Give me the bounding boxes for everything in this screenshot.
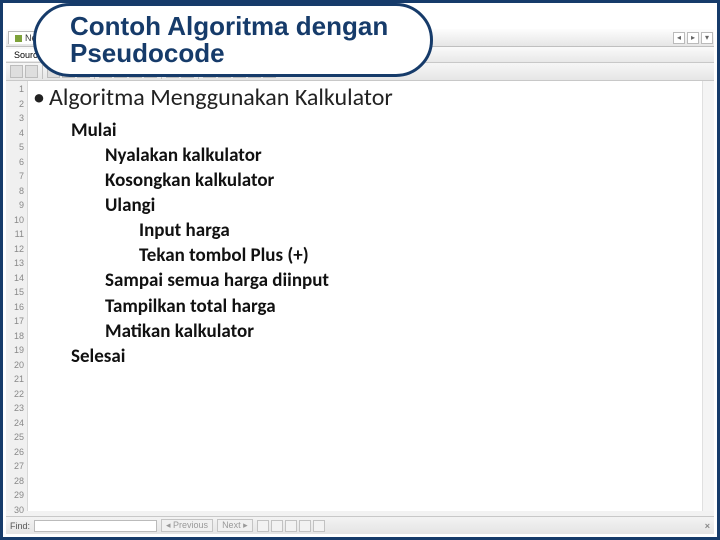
- slide-content: •Algoritma Menggunakan Kalkulator Mulai …: [33, 83, 703, 369]
- find-input[interactable]: [34, 520, 157, 532]
- error-stripe: [702, 81, 714, 511]
- slide-title-bubble: Contoh Algoritma dengan Pseudocode: [33, 3, 433, 77]
- find-bar: Find: ◂ Previous Next ▸ ×: [6, 516, 714, 534]
- line-number: 18: [6, 329, 27, 344]
- pseudo-line: Kosongkan kalkulator: [71, 168, 703, 193]
- line-number: 9: [6, 198, 27, 213]
- line-number: 23: [6, 401, 27, 416]
- line-number: 27: [6, 459, 27, 474]
- find-option-icon[interactable]: [299, 520, 311, 532]
- find-previous-button[interactable]: ◂ Previous: [161, 519, 213, 532]
- find-next-button[interactable]: Next ▸: [217, 519, 253, 532]
- line-number: 1: [6, 82, 27, 97]
- line-number: 16: [6, 300, 27, 315]
- pseudo-line: Selesai: [71, 344, 703, 369]
- line-number: 15: [6, 285, 27, 300]
- find-option-icon[interactable]: [257, 520, 269, 532]
- line-number: 4: [6, 126, 27, 141]
- line-gutter: 1234567891011121314151617181920212223242…: [6, 81, 28, 511]
- line-number: 20: [6, 358, 27, 373]
- find-option-icon[interactable]: [285, 520, 297, 532]
- pseudo-line: Input harga: [71, 218, 703, 243]
- line-number: 13: [6, 256, 27, 271]
- line-number: 2: [6, 97, 27, 112]
- line-number: 3: [6, 111, 27, 126]
- toolbar-icon[interactable]: [10, 65, 23, 78]
- tab-menu-icon[interactable]: ▾: [701, 32, 713, 44]
- pseudo-line: Nyalakan kalkulator: [71, 143, 703, 168]
- line-number: 7: [6, 169, 27, 184]
- line-number: 21: [6, 372, 27, 387]
- pseudo-line: Ulangi: [71, 193, 703, 218]
- pseudo-line: Sampai semua harga diinput: [71, 268, 703, 293]
- bullet-icon: •: [33, 83, 49, 112]
- line-number: 14: [6, 271, 27, 286]
- tab-scroll-right-icon[interactable]: ▸: [687, 32, 699, 44]
- toolbar-icon[interactable]: [25, 65, 38, 78]
- pseudo-line: Matikan kalkulator: [71, 319, 703, 344]
- line-number: 19: [6, 343, 27, 358]
- line-number: 30: [6, 503, 27, 518]
- pseudo-line: Tampilkan total harga: [71, 294, 703, 319]
- line-number: 28: [6, 474, 27, 489]
- find-option-icon[interactable]: [271, 520, 283, 532]
- find-option-icon[interactable]: [313, 520, 325, 532]
- slide-heading: •Algoritma Menggunakan Kalkulator: [33, 83, 703, 112]
- line-number: 11: [6, 227, 27, 242]
- line-number: 12: [6, 242, 27, 257]
- line-number: 29: [6, 488, 27, 503]
- find-label: Find:: [10, 521, 30, 531]
- line-number: 17: [6, 314, 27, 329]
- slide-title: Contoh Algoritma dengan Pseudocode: [70, 13, 388, 68]
- line-number: 8: [6, 184, 27, 199]
- line-number: 25: [6, 430, 27, 445]
- line-number: 26: [6, 445, 27, 460]
- line-number: 24: [6, 416, 27, 431]
- line-number: 10: [6, 213, 27, 228]
- line-number: 22: [6, 387, 27, 402]
- file-icon: [15, 35, 22, 42]
- pseudo-line: Tekan tombol Plus (+): [71, 243, 703, 268]
- pseudo-line: Mulai: [71, 118, 703, 143]
- line-number: 6: [6, 155, 27, 170]
- tab-scroll-left-icon[interactable]: ◂: [673, 32, 685, 44]
- pseudocode-block: Mulai Nyalakan kalkulator Kosongkan kalk…: [71, 118, 703, 369]
- find-close-icon[interactable]: ×: [705, 521, 710, 531]
- line-number: 5: [6, 140, 27, 155]
